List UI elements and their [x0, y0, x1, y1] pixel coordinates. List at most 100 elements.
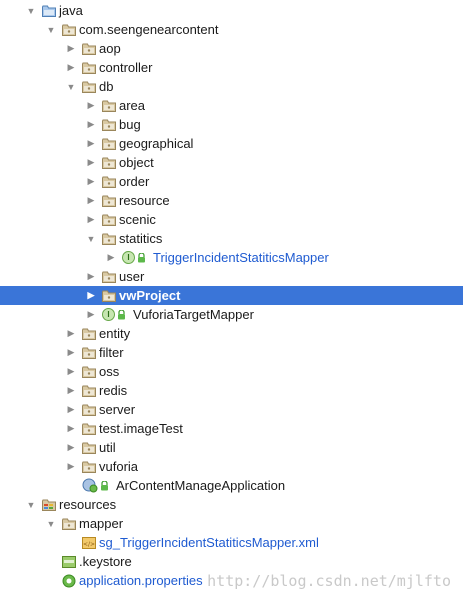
folder-icon: [102, 100, 116, 112]
collapsed-arrow-icon[interactable]: ▶: [86, 290, 96, 301]
tree-node-label: filter: [99, 345, 124, 360]
tree-node-label: bug: [119, 117, 141, 132]
tree-node-test-imagetest[interactable]: ▶ test.imageTest: [0, 419, 463, 438]
tree-node-label: resource: [119, 193, 170, 208]
tree-node-label: VuforiaTargetMapper: [133, 307, 254, 322]
tree-node-label: oss: [99, 364, 120, 379]
tree-node-util[interactable]: ▶ util: [0, 438, 463, 457]
tree-node-server[interactable]: ▶ server: [0, 400, 463, 419]
spring-class-icon: [82, 478, 113, 493]
tree-node-label: sg_TriggerIncidentStatiticsMapper.xml: [99, 535, 319, 550]
tree-node-label: scenic: [119, 212, 156, 227]
expanded-arrow-icon[interactable]: ▼: [86, 234, 96, 244]
tree-node-mapper[interactable]: ▼ mapper: [0, 514, 463, 533]
folder-icon: [102, 233, 116, 245]
collapsed-arrow-icon[interactable]: ▶: [66, 347, 76, 358]
expanded-arrow-icon[interactable]: ▼: [66, 82, 76, 92]
tree-node-label: resources: [59, 497, 117, 512]
tree-node-label: vuforia: [99, 459, 139, 474]
collapsed-arrow-icon[interactable]: ▶: [66, 328, 76, 339]
properties-file-icon: [62, 574, 76, 588]
tree-node-vuforia[interactable]: ▶ vuforia: [0, 457, 463, 476]
folder-icon: [102, 119, 116, 131]
tree-node-resources[interactable]: ▼ resources: [0, 495, 463, 514]
tree-node-com-seengenearcontent[interactable]: ▼ com.seengenearcontent: [0, 20, 463, 39]
keystore-file-icon: [62, 555, 76, 569]
tree-node-entity[interactable]: ▶ entity: [0, 324, 463, 343]
collapsed-arrow-icon[interactable]: ▶: [86, 119, 96, 130]
folder-icon: [82, 328, 96, 340]
collapsed-arrow-icon[interactable]: ▶: [66, 442, 76, 453]
folder-icon: [102, 195, 116, 207]
tree-node-label: com.seengenearcontent: [79, 22, 219, 37]
collapsed-arrow-icon[interactable]: ▶: [66, 404, 76, 415]
tree-node-bug[interactable]: ▶ bug: [0, 115, 463, 134]
collapsed-arrow-icon[interactable]: ▶: [66, 62, 76, 73]
folder-icon: [102, 290, 116, 302]
collapsed-arrow-icon[interactable]: ▶: [86, 100, 96, 111]
tree-node-label: mapper: [79, 516, 124, 531]
tree-node-user[interactable]: ▶ user: [0, 267, 463, 286]
tree-node-scenic[interactable]: ▶ scenic: [0, 210, 463, 229]
tree-node-java[interactable]: ▼ java: [0, 1, 463, 20]
folder-icon: [82, 404, 96, 416]
folder-icon: [82, 81, 96, 93]
expanded-arrow-icon[interactable]: ▼: [46, 519, 56, 529]
tree-node-db[interactable]: ▼ db: [0, 77, 463, 96]
folder-icon: [82, 423, 96, 435]
tree-node-controller[interactable]: ▶ controller: [0, 58, 463, 77]
tree-node-redis[interactable]: ▶ redis: [0, 381, 463, 400]
tree-node-label: vwProject: [119, 288, 181, 303]
tree-node-label: ArContentManageApplication: [116, 478, 286, 493]
tree-node-statitics[interactable]: ▼ statitics: [0, 229, 463, 248]
tree-node-label: user: [119, 269, 145, 284]
tree-node-label: util: [99, 440, 116, 455]
tree-node-arcontentmanageapplication[interactable]: ▶ArContentManageApplication: [0, 476, 463, 495]
folder-icon: [102, 214, 116, 226]
tree-node-label: object: [119, 155, 154, 170]
collapsed-arrow-icon[interactable]: ▶: [106, 252, 116, 263]
tree-node-area[interactable]: ▶ area: [0, 96, 463, 115]
tree-node-vuforiatargetmapper[interactable]: ▶ I VuforiaTargetMapper: [0, 305, 463, 324]
tree-node-label: area: [119, 98, 146, 113]
tree-node-resource[interactable]: ▶ resource: [0, 191, 463, 210]
collapsed-arrow-icon[interactable]: ▶: [66, 385, 76, 396]
folder-icon: [82, 385, 96, 397]
collapsed-arrow-icon[interactable]: ▶: [66, 423, 76, 434]
collapsed-arrow-icon[interactable]: ▶: [86, 309, 96, 320]
collapsed-arrow-icon[interactable]: ▶: [66, 43, 76, 54]
expanded-arrow-icon[interactable]: ▼: [26, 6, 36, 16]
collapsed-arrow-icon[interactable]: ▶: [86, 157, 96, 168]
collapsed-arrow-icon[interactable]: ▶: [86, 138, 96, 149]
xml-file-icon: </>: [82, 536, 96, 550]
tree-node-label: entity: [99, 326, 131, 341]
tree-node-aop[interactable]: ▶ aop: [0, 39, 463, 58]
tree-node-sg-triggerincidentstatiticsmapper-xml[interactable]: ▶</>sg_TriggerIncidentStatiticsMapper.xm…: [0, 533, 463, 552]
folder-icon: [82, 442, 96, 454]
expanded-arrow-icon[interactable]: ▼: [26, 500, 36, 510]
expanded-arrow-icon[interactable]: ▼: [46, 25, 56, 35]
watermark: http://blog.csdn.net/mjlfto: [207, 572, 451, 590]
tree-node-filter[interactable]: ▶ filter: [0, 343, 463, 362]
folder-icon: [82, 461, 96, 473]
tree-node-oss[interactable]: ▶ oss: [0, 362, 463, 381]
tree-node-geographical[interactable]: ▶ geographical: [0, 134, 463, 153]
collapsed-arrow-icon[interactable]: ▶: [86, 271, 96, 282]
source-folder-icon: [42, 5, 56, 17]
tree-node-keystore[interactable]: ▶.keystore: [0, 552, 463, 571]
tree-node-vwproject[interactable]: ▶ vwProject: [0, 286, 463, 305]
collapsed-arrow-icon[interactable]: ▶: [66, 366, 76, 377]
tree-node-label: test.imageTest: [99, 421, 183, 436]
folder-icon: [82, 366, 96, 378]
collapsed-arrow-icon[interactable]: ▶: [86, 195, 96, 206]
collapsed-arrow-icon[interactable]: ▶: [66, 461, 76, 472]
tree-node-order[interactable]: ▶ order: [0, 172, 463, 191]
tree-node-label: statitics: [119, 231, 163, 246]
tree-node-label: controller: [99, 60, 153, 75]
tree-node-label: server: [99, 402, 136, 417]
tree-node-triggerincidentstatiticsmapper[interactable]: ▶ I TriggerIncidentStatiticsMapper: [0, 248, 463, 267]
collapsed-arrow-icon[interactable]: ▶: [86, 214, 96, 225]
collapsed-arrow-icon[interactable]: ▶: [86, 176, 96, 187]
tree-node-label: application.properties: [79, 573, 203, 588]
tree-node-object[interactable]: ▶ object: [0, 153, 463, 172]
